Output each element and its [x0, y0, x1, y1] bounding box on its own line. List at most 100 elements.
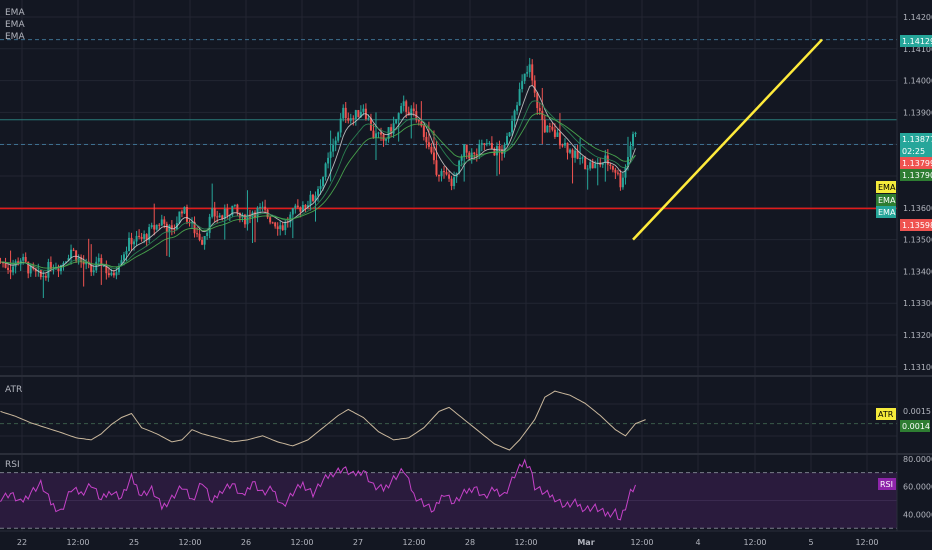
candle-body-137	[344, 107, 347, 119]
candle-body-134	[337, 132, 340, 141]
legend-ema-2[interactable]: EMA	[5, 20, 25, 30]
candle-body-146	[367, 118, 370, 120]
candle-body-243	[611, 165, 614, 170]
candle-body-164	[412, 108, 415, 112]
candle-body-206	[518, 89, 521, 106]
candle-body-136	[342, 107, 345, 119]
candle-body-172	[432, 152, 435, 161]
candle-body-178	[448, 174, 451, 179]
price-tick-10: 1.13200	[903, 331, 932, 340]
candle-body-232	[584, 157, 587, 170]
price-tick-9: 1.13300	[903, 299, 932, 308]
candle-body-49	[122, 254, 125, 261]
candle-body-55	[138, 235, 141, 237]
legend-ema-1[interactable]: EMA	[5, 8, 25, 18]
legend-ema-3[interactable]: EMA	[5, 32, 25, 42]
candle-body-233	[586, 168, 589, 170]
candle-body-103	[259, 206, 262, 208]
candle-body-184	[463, 144, 466, 157]
chart-background	[0, 0, 932, 550]
time-tick-2: 25	[129, 538, 139, 547]
candle-body-187	[470, 152, 473, 159]
candle-body-28	[70, 249, 73, 259]
candle-body-17	[42, 275, 45, 278]
candle-body-20	[49, 261, 52, 270]
candle-body-209	[526, 72, 529, 74]
price-label-6: 1.13598	[902, 221, 932, 230]
candle-body-44	[110, 272, 113, 276]
candle-body-90	[226, 208, 229, 216]
candle-body-110	[276, 226, 279, 230]
candle-body-2	[4, 263, 7, 268]
ema-tag-2: EMA	[878, 196, 896, 205]
price-label-5: 1.13790	[902, 171, 932, 180]
candle-body-51	[128, 237, 131, 251]
candle-body-127	[319, 186, 322, 189]
candle-body-132	[332, 145, 335, 152]
time-tick-13: 12:00	[743, 538, 766, 547]
candle-body-252	[634, 132, 637, 135]
candle-body-126	[317, 188, 320, 196]
time-tick-0: 22	[17, 538, 27, 547]
candle-body-188	[473, 152, 476, 154]
candle-body-129	[324, 163, 327, 178]
atr-title[interactable]: ATR	[5, 385, 22, 395]
candle-body-56	[140, 236, 143, 239]
candle-body-235	[591, 162, 594, 169]
candle-body-225	[566, 142, 569, 153]
rsi-title[interactable]: RSI	[5, 460, 20, 470]
candle-body-220	[553, 129, 556, 137]
price-label-3: 02:25	[902, 147, 925, 156]
candle-body-117	[294, 205, 297, 209]
chart-root[interactable]: 1.142001.141001.140001.139001.138001.137…	[0, 0, 932, 550]
candle-body-139	[349, 118, 352, 121]
candle-body-111	[279, 225, 282, 230]
candle-body-108	[271, 222, 274, 224]
candle-body-174	[437, 174, 440, 177]
candle-body-94	[236, 204, 239, 213]
candle-body-135	[339, 118, 342, 133]
candle-body-197	[495, 146, 498, 156]
candle-body-191	[480, 143, 483, 146]
candle-body-223	[561, 145, 564, 147]
candle-body-16	[39, 270, 42, 278]
rsi-tick-0: 80.0000	[903, 455, 932, 464]
candle-body-124	[311, 194, 314, 201]
candle-body-159	[400, 105, 403, 114]
candle-body-128	[322, 177, 325, 187]
candle-body-52	[130, 237, 133, 245]
candle-body-193	[485, 143, 488, 145]
candle-body-82	[206, 232, 209, 236]
candle-body-161	[405, 101, 408, 112]
time-tick-4: 26	[241, 538, 251, 547]
candle-body-189	[475, 153, 478, 156]
price-tick-2: 1.14000	[903, 77, 932, 86]
candle-body-208	[523, 73, 526, 82]
candle-body-104	[261, 206, 264, 208]
candle-body-140	[352, 118, 355, 120]
candle-body-4	[9, 269, 12, 273]
candle-body-173	[435, 160, 438, 175]
candle-body-226	[569, 149, 572, 153]
candle-body-177	[445, 172, 448, 175]
candle-body-131	[329, 151, 332, 158]
price-tick-11: 1.13100	[903, 363, 932, 372]
candle-body-236	[594, 163, 597, 169]
candle-body-149	[374, 133, 377, 138]
candle-body-9	[22, 256, 25, 261]
candle-body-203	[511, 120, 514, 133]
candle-body-81	[203, 235, 206, 245]
rsi-tick-2: 40.0000	[903, 510, 932, 519]
candle-body-210	[528, 64, 531, 73]
price-label-2: 1.13877	[902, 135, 932, 144]
price-tick-6: 1.13600	[903, 204, 932, 213]
candle-body-228	[574, 150, 577, 158]
candle-body-202	[508, 132, 511, 137]
candle-body-175	[440, 171, 443, 177]
candle-body-85	[213, 208, 216, 217]
candle-body-251	[632, 134, 635, 146]
candle-body-29	[72, 249, 75, 251]
candle-body-169	[425, 136, 428, 143]
candle-body-150	[377, 132, 380, 134]
candle-body-74	[185, 206, 188, 222]
